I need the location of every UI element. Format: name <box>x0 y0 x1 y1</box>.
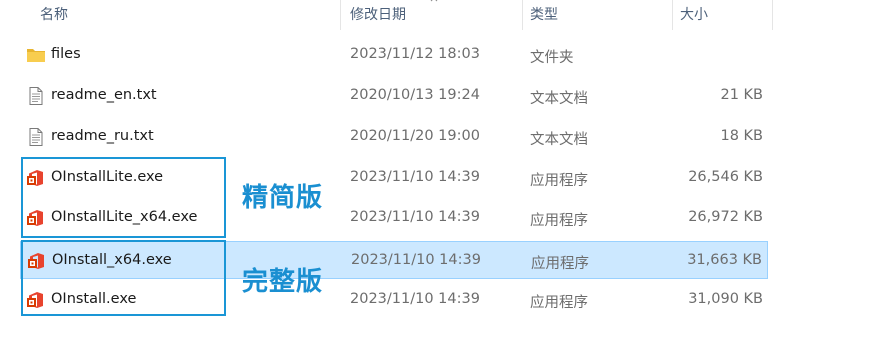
column-divider[interactable] <box>772 0 773 30</box>
column-header-date[interactable]: 修改日期 <box>350 4 406 24</box>
file-modified-date: 2023/11/10 14:39 <box>350 169 480 185</box>
file-name: files <box>51 46 81 62</box>
file-name: readme_ru.txt <box>51 128 154 144</box>
text-file-icon <box>26 127 46 147</box>
column-header-size[interactable]: 大小 <box>680 4 708 24</box>
file-type: 文本文档 <box>530 132 588 148</box>
column-divider[interactable] <box>340 0 341 30</box>
column-divider[interactable] <box>672 0 673 30</box>
folder-icon <box>26 45 46 65</box>
file-size: 31,663 KB <box>687 252 762 268</box>
column-header-type[interactable]: 类型 <box>530 4 558 24</box>
full-version-box <box>21 240 226 316</box>
file-size: 21 KB <box>720 87 763 103</box>
file-modified-date: 2023/11/10 14:39 <box>350 209 480 225</box>
file-modified-date: 2023/11/10 14:39 <box>350 291 480 307</box>
lite-version-box <box>21 157 226 238</box>
file-name: readme_en.txt <box>51 87 157 103</box>
file-type: 应用程序 <box>530 213 588 229</box>
sort-chevron-up-icon <box>430 0 438 2</box>
text-file-icon <box>26 86 46 106</box>
file-type: 应用程序 <box>531 256 589 272</box>
file-type: 文件夹 <box>530 50 574 66</box>
file-modified-date: 2023/11/12 18:03 <box>350 46 480 62</box>
file-row[interactable]: readme_en.txt 2020/10/13 19:24 文本文档 21 KB <box>20 77 768 115</box>
file-modified-date: 2023/11/10 14:39 <box>351 252 481 268</box>
file-type: 应用程序 <box>530 173 588 189</box>
full-version-label: 完整版 <box>242 267 324 297</box>
column-header-bar: 名称 修改日期 类型 大小 <box>0 0 876 30</box>
file-size: 31,090 KB <box>688 291 763 307</box>
file-type: 文本文档 <box>530 91 588 107</box>
file-size: 18 KB <box>720 128 763 144</box>
lite-version-label: 精简版 <box>242 183 324 213</box>
file-size: 26,972 KB <box>688 209 763 225</box>
file-row[interactable]: readme_ru.txt 2020/11/20 19:00 文本文档 18 KB <box>20 118 768 156</box>
column-header-name[interactable]: 名称 <box>40 4 68 24</box>
file-modified-date: 2020/11/20 19:00 <box>350 128 480 144</box>
file-row[interactable]: files 2023/11/12 18:03 文件夹 <box>20 36 768 74</box>
column-divider[interactable] <box>522 0 523 30</box>
file-type: 应用程序 <box>530 295 588 311</box>
file-size: 26,546 KB <box>688 169 763 185</box>
file-modified-date: 2020/10/13 19:24 <box>350 87 480 103</box>
